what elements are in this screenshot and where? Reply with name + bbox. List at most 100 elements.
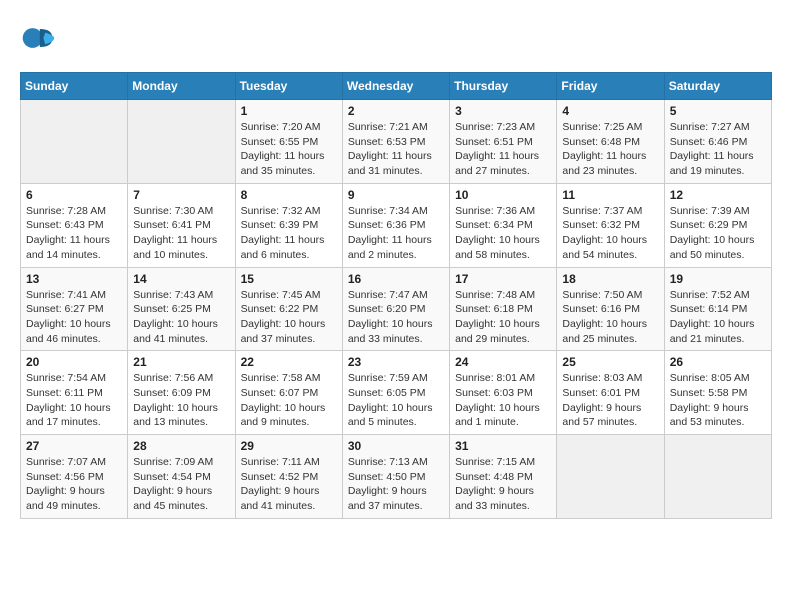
day-number: 12 — [670, 188, 766, 202]
day-info: Sunrise: 7:28 AMSunset: 6:43 PMDaylight:… — [26, 204, 122, 263]
weekday-header-sunday: Sunday — [21, 73, 128, 100]
day-info: Sunrise: 7:37 AMSunset: 6:32 PMDaylight:… — [562, 204, 658, 263]
day-info: Sunrise: 7:09 AMSunset: 4:54 PMDaylight:… — [133, 455, 229, 514]
calendar-header: SundayMondayTuesdayWednesdayThursdayFrid… — [21, 73, 772, 100]
day-info: Sunrise: 7:58 AMSunset: 6:07 PMDaylight:… — [241, 371, 337, 430]
calendar-cell — [128, 100, 235, 184]
day-info: Sunrise: 7:07 AMSunset: 4:56 PMDaylight:… — [26, 455, 122, 514]
day-info: Sunrise: 7:13 AMSunset: 4:50 PMDaylight:… — [348, 455, 444, 514]
calendar-cell: 26 Sunrise: 8:05 AMSunset: 5:58 PMDaylig… — [664, 351, 771, 435]
day-info: Sunrise: 7:45 AMSunset: 6:22 PMDaylight:… — [241, 288, 337, 347]
day-number: 1 — [241, 104, 337, 118]
calendar-cell: 15 Sunrise: 7:45 AMSunset: 6:22 PMDaylig… — [235, 267, 342, 351]
day-info: Sunrise: 7:34 AMSunset: 6:36 PMDaylight:… — [348, 204, 444, 263]
day-number: 20 — [26, 355, 122, 369]
day-number: 22 — [241, 355, 337, 369]
calendar-cell: 9 Sunrise: 7:34 AMSunset: 6:36 PMDayligh… — [342, 183, 449, 267]
calendar-cell: 18 Sunrise: 7:50 AMSunset: 6:16 PMDaylig… — [557, 267, 664, 351]
day-number: 7 — [133, 188, 229, 202]
calendar-cell — [664, 435, 771, 519]
calendar-cell: 7 Sunrise: 7:30 AMSunset: 6:41 PMDayligh… — [128, 183, 235, 267]
week-row-3: 13 Sunrise: 7:41 AMSunset: 6:27 PMDaylig… — [21, 267, 772, 351]
day-info: Sunrise: 7:43 AMSunset: 6:25 PMDaylight:… — [133, 288, 229, 347]
calendar-cell: 2 Sunrise: 7:21 AMSunset: 6:53 PMDayligh… — [342, 100, 449, 184]
calendar-cell: 12 Sunrise: 7:39 AMSunset: 6:29 PMDaylig… — [664, 183, 771, 267]
calendar-cell: 4 Sunrise: 7:25 AMSunset: 6:48 PMDayligh… — [557, 100, 664, 184]
day-number: 6 — [26, 188, 122, 202]
day-number: 2 — [348, 104, 444, 118]
calendar-cell — [557, 435, 664, 519]
calendar-body: 1 Sunrise: 7:20 AMSunset: 6:55 PMDayligh… — [21, 100, 772, 519]
day-number: 24 — [455, 355, 551, 369]
day-number: 16 — [348, 272, 444, 286]
day-number: 19 — [670, 272, 766, 286]
day-info: Sunrise: 7:21 AMSunset: 6:53 PMDaylight:… — [348, 120, 444, 179]
page-header — [20, 20, 772, 56]
weekday-header-friday: Friday — [557, 73, 664, 100]
day-info: Sunrise: 7:32 AMSunset: 6:39 PMDaylight:… — [241, 204, 337, 263]
day-info: Sunrise: 7:47 AMSunset: 6:20 PMDaylight:… — [348, 288, 444, 347]
calendar-cell: 8 Sunrise: 7:32 AMSunset: 6:39 PMDayligh… — [235, 183, 342, 267]
day-info: Sunrise: 7:39 AMSunset: 6:29 PMDaylight:… — [670, 204, 766, 263]
day-number: 8 — [241, 188, 337, 202]
day-number: 11 — [562, 188, 658, 202]
day-info: Sunrise: 8:05 AMSunset: 5:58 PMDaylight:… — [670, 371, 766, 430]
week-row-5: 27 Sunrise: 7:07 AMSunset: 4:56 PMDaylig… — [21, 435, 772, 519]
day-info: Sunrise: 7:59 AMSunset: 6:05 PMDaylight:… — [348, 371, 444, 430]
calendar-cell: 11 Sunrise: 7:37 AMSunset: 6:32 PMDaylig… — [557, 183, 664, 267]
calendar-cell: 14 Sunrise: 7:43 AMSunset: 6:25 PMDaylig… — [128, 267, 235, 351]
weekday-header-wednesday: Wednesday — [342, 73, 449, 100]
calendar-cell: 24 Sunrise: 8:01 AMSunset: 6:03 PMDaylig… — [450, 351, 557, 435]
calendar-cell: 3 Sunrise: 7:23 AMSunset: 6:51 PMDayligh… — [450, 100, 557, 184]
calendar-cell: 28 Sunrise: 7:09 AMSunset: 4:54 PMDaylig… — [128, 435, 235, 519]
day-number: 10 — [455, 188, 551, 202]
day-number: 3 — [455, 104, 551, 118]
day-number: 25 — [562, 355, 658, 369]
day-number: 17 — [455, 272, 551, 286]
day-number: 15 — [241, 272, 337, 286]
day-info: Sunrise: 7:30 AMSunset: 6:41 PMDaylight:… — [133, 204, 229, 263]
day-number: 23 — [348, 355, 444, 369]
calendar-cell: 19 Sunrise: 7:52 AMSunset: 6:14 PMDaylig… — [664, 267, 771, 351]
day-info: Sunrise: 7:54 AMSunset: 6:11 PMDaylight:… — [26, 371, 122, 430]
calendar-cell: 27 Sunrise: 7:07 AMSunset: 4:56 PMDaylig… — [21, 435, 128, 519]
calendar-cell: 25 Sunrise: 8:03 AMSunset: 6:01 PMDaylig… — [557, 351, 664, 435]
weekday-row: SundayMondayTuesdayWednesdayThursdayFrid… — [21, 73, 772, 100]
calendar-cell: 1 Sunrise: 7:20 AMSunset: 6:55 PMDayligh… — [235, 100, 342, 184]
calendar-cell: 30 Sunrise: 7:13 AMSunset: 4:50 PMDaylig… — [342, 435, 449, 519]
day-info: Sunrise: 7:25 AMSunset: 6:48 PMDaylight:… — [562, 120, 658, 179]
calendar-cell: 20 Sunrise: 7:54 AMSunset: 6:11 PMDaylig… — [21, 351, 128, 435]
day-info: Sunrise: 7:20 AMSunset: 6:55 PMDaylight:… — [241, 120, 337, 179]
day-info: Sunrise: 7:27 AMSunset: 6:46 PMDaylight:… — [670, 120, 766, 179]
calendar-cell: 17 Sunrise: 7:48 AMSunset: 6:18 PMDaylig… — [450, 267, 557, 351]
calendar-cell: 6 Sunrise: 7:28 AMSunset: 6:43 PMDayligh… — [21, 183, 128, 267]
calendar-table: SundayMondayTuesdayWednesdayThursdayFrid… — [20, 72, 772, 519]
weekday-header-monday: Monday — [128, 73, 235, 100]
day-number: 9 — [348, 188, 444, 202]
weekday-header-saturday: Saturday — [664, 73, 771, 100]
calendar-cell: 13 Sunrise: 7:41 AMSunset: 6:27 PMDaylig… — [21, 267, 128, 351]
day-info: Sunrise: 8:01 AMSunset: 6:03 PMDaylight:… — [455, 371, 551, 430]
calendar-cell: 22 Sunrise: 7:58 AMSunset: 6:07 PMDaylig… — [235, 351, 342, 435]
day-info: Sunrise: 7:11 AMSunset: 4:52 PMDaylight:… — [241, 455, 337, 514]
day-info: Sunrise: 7:48 AMSunset: 6:18 PMDaylight:… — [455, 288, 551, 347]
day-number: 18 — [562, 272, 658, 286]
day-number: 5 — [670, 104, 766, 118]
day-number: 13 — [26, 272, 122, 286]
week-row-2: 6 Sunrise: 7:28 AMSunset: 6:43 PMDayligh… — [21, 183, 772, 267]
day-number: 4 — [562, 104, 658, 118]
logo-icon — [20, 20, 56, 56]
day-number: 29 — [241, 439, 337, 453]
day-info: Sunrise: 7:56 AMSunset: 6:09 PMDaylight:… — [133, 371, 229, 430]
day-info: Sunrise: 7:23 AMSunset: 6:51 PMDaylight:… — [455, 120, 551, 179]
day-number: 14 — [133, 272, 229, 286]
day-number: 26 — [670, 355, 766, 369]
day-info: Sunrise: 8:03 AMSunset: 6:01 PMDaylight:… — [562, 371, 658, 430]
day-info: Sunrise: 7:50 AMSunset: 6:16 PMDaylight:… — [562, 288, 658, 347]
day-info: Sunrise: 7:41 AMSunset: 6:27 PMDaylight:… — [26, 288, 122, 347]
calendar-cell: 31 Sunrise: 7:15 AMSunset: 4:48 PMDaylig… — [450, 435, 557, 519]
calendar-cell: 5 Sunrise: 7:27 AMSunset: 6:46 PMDayligh… — [664, 100, 771, 184]
logo — [20, 20, 62, 56]
day-info: Sunrise: 7:36 AMSunset: 6:34 PMDaylight:… — [455, 204, 551, 263]
calendar-cell: 29 Sunrise: 7:11 AMSunset: 4:52 PMDaylig… — [235, 435, 342, 519]
